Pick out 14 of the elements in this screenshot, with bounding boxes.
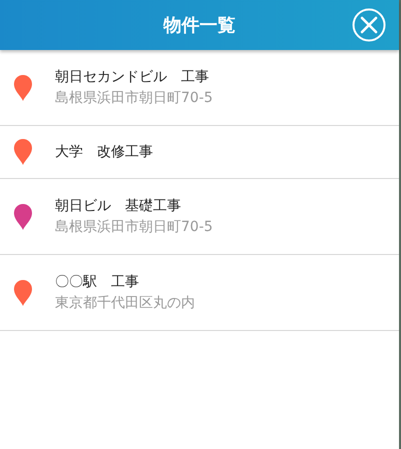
property-name: 大学 改修工事 [55,143,153,161]
close-icon [352,8,386,42]
property-address: 東京都千代田区丸の内 [55,294,195,312]
property-item[interactable]: 朝日ビル 基礎工事 島根県浜田市朝日町70-5 [0,179,399,255]
property-address: 島根県浜田市朝日町70-5 [55,218,213,236]
header-title: 物件一覧 [164,14,236,37]
property-name: 朝日ビル 基礎工事 [55,197,182,215]
property-name: 朝日セカンドビル 工事 [55,68,210,86]
property-address: 島根県浜田市朝日町70-5 [55,89,213,107]
property-name: 〇〇駅 工事 [55,273,140,291]
property-item[interactable]: 大学 改修工事 [0,126,399,179]
property-item[interactable]: 朝日セカンドビル 工事 島根県浜田市朝日町70-5 [0,50,399,126]
close-button[interactable] [352,8,386,42]
property-item[interactable]: 〇〇駅 工事 東京都千代田区丸の内 [0,255,399,331]
